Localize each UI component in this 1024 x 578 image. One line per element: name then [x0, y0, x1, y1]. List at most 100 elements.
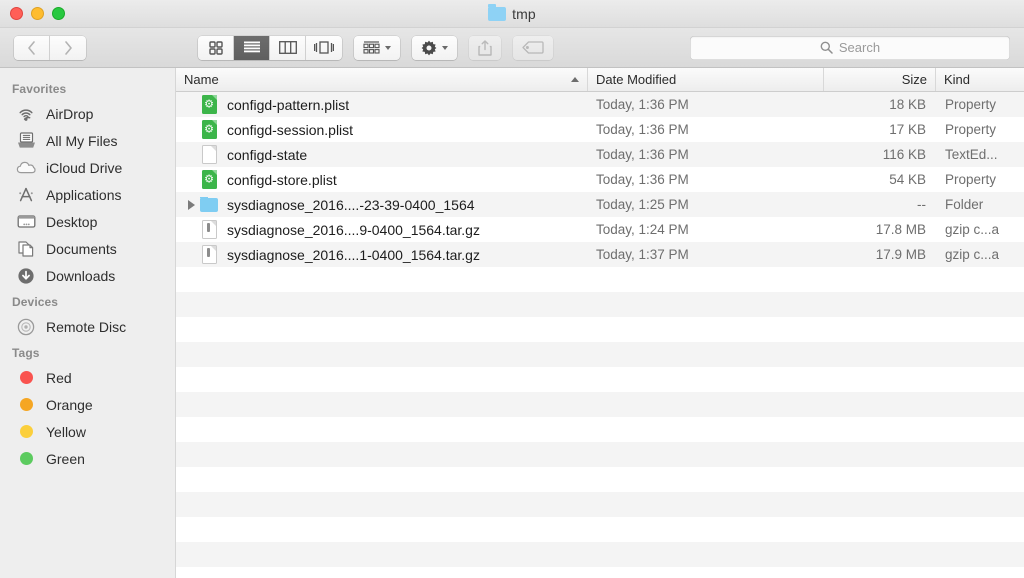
list-view-button[interactable] [234, 35, 270, 60]
minimize-button[interactable] [31, 7, 44, 20]
column-header-date-modified[interactable]: Date Modified [588, 68, 824, 91]
table-row[interactable]: configd-state Today, 1:36 PM 116 KB Text… [176, 142, 1024, 167]
icon-view-button[interactable] [198, 35, 234, 60]
sidebar-item-label: AirDrop [46, 105, 94, 122]
sidebar-item-icloud-drive[interactable]: iCloud Drive [0, 154, 175, 181]
file-kind: TextEd... [945, 147, 998, 162]
search-field[interactable]: Search [690, 35, 1010, 60]
columns-icon [278, 41, 297, 54]
sidebar-section-devices-header: Devices [12, 295, 59, 309]
maximize-button[interactable] [52, 7, 65, 20]
file-date: Today, 1:25 PM [596, 197, 689, 212]
back-button[interactable] [14, 35, 50, 60]
table-row[interactable]: sysdiagnose_2016....1-0400_1564.tar.gz T… [176, 242, 1024, 267]
arrange-icon [363, 40, 380, 54]
empty-rows [176, 267, 1024, 567]
file-rows: ⚙ configd-pattern.plist Today, 1:36 PM 1… [176, 92, 1024, 578]
sidebar-item-label: Red [46, 369, 72, 386]
empty-row [176, 292, 1024, 317]
table-row[interactable]: sysdiagnose_2016....9-0400_1564.tar.gz T… [176, 217, 1024, 242]
arrange-button[interactable] [354, 35, 400, 60]
list-icon [243, 41, 260, 53]
sidebar-item-remote-disc[interactable]: Remote Disc [0, 313, 175, 340]
file-kind: Folder [945, 197, 984, 212]
plain-file-icon [198, 145, 220, 164]
share-button[interactable] [469, 35, 501, 60]
applications-icon [16, 185, 36, 205]
disc-icon [16, 317, 36, 337]
icloud-icon [16, 158, 36, 178]
search-icon [820, 41, 833, 54]
empty-row [176, 342, 1024, 367]
file-date: Today, 1:37 PM [596, 247, 689, 262]
file-date: Today, 1:36 PM [596, 97, 689, 112]
empty-row [176, 442, 1024, 467]
empty-row [176, 317, 1024, 342]
table-row[interactable]: ⚙ configd-pattern.plist Today, 1:36 PM 1… [176, 92, 1024, 117]
sidebar-item-documents[interactable]: Documents [0, 235, 175, 262]
sidebar-tag-red[interactable]: Red [0, 364, 175, 391]
file-date: Today, 1:36 PM [596, 172, 689, 187]
column-view-button[interactable] [270, 35, 306, 60]
window-title-group: tmp [0, 0, 1024, 27]
sidebar-item-applications[interactable]: Applications [0, 181, 175, 208]
navigation-buttons [14, 35, 86, 60]
empty-row [176, 517, 1024, 542]
forward-button[interactable] [50, 35, 86, 60]
sidebar-item-downloads[interactable]: Downloads [0, 262, 175, 289]
view-mode-group [198, 35, 342, 60]
file-name-cell: ⚙ configd-store.plist [176, 170, 588, 189]
tag-dot-icon [16, 449, 36, 469]
tag-button[interactable] [513, 35, 553, 60]
plist-file-icon: ⚙ [198, 170, 220, 189]
table-row[interactable]: sysdiagnose_2016....-23-39-0400_1564 Tod… [176, 192, 1024, 217]
file-name-cell: sysdiagnose_2016....9-0400_1564.tar.gz [176, 220, 588, 239]
file-size: 17.9 MB [875, 247, 926, 262]
sidebar-tag-green[interactable]: Green [0, 445, 175, 472]
title-bar: tmp [0, 0, 1024, 28]
tag-dot-icon [16, 368, 36, 388]
column-header-name[interactable]: Name [176, 68, 588, 91]
sidebar-tag-orange[interactable]: Orange [0, 391, 175, 418]
close-button[interactable] [10, 7, 23, 20]
empty-row [176, 542, 1024, 567]
coverflow-view-button[interactable] [306, 35, 342, 60]
chevron-left-icon [28, 40, 35, 55]
sidebar-item-desktop[interactable]: Desktop [0, 208, 175, 235]
table-row[interactable]: ⚙ configd-session.plist Today, 1:36 PM 1… [176, 117, 1024, 142]
disclosure-triangle[interactable] [184, 200, 198, 210]
column-header-size[interactable]: Size [824, 68, 936, 91]
empty-row [176, 417, 1024, 442]
action-button[interactable] [412, 35, 457, 60]
file-size: 17 KB [889, 122, 926, 137]
column-header-label: Kind [944, 72, 971, 87]
table-row[interactable]: ⚙ configd-store.plist Today, 1:36 PM 54 … [176, 167, 1024, 192]
file-name: configd-store.plist [227, 171, 337, 188]
file-name: configd-pattern.plist [227, 96, 350, 113]
sidebar-item-airdrop[interactable]: AirDrop [0, 100, 175, 127]
empty-row [176, 392, 1024, 417]
file-size: -- [917, 197, 926, 212]
all-my-files-icon [16, 131, 36, 151]
window-controls [0, 7, 65, 20]
sidebar-item-label: Applications [46, 186, 122, 203]
file-size: 18 KB [889, 97, 926, 112]
column-header-kind[interactable]: Kind [936, 68, 1024, 91]
plist-file-icon: ⚙ [198, 95, 220, 114]
file-size: 54 KB [889, 172, 926, 187]
chevron-right-icon [64, 40, 72, 55]
sidebar-item-label: Orange [46, 396, 93, 413]
airdrop-icon [16, 104, 36, 124]
sidebar-item-all-my-files[interactable]: All My Files [0, 127, 175, 154]
sidebar-tag-yellow[interactable]: Yellow [0, 418, 175, 445]
sidebar-item-label: Desktop [46, 213, 98, 230]
share-icon [478, 39, 492, 56]
documents-icon [16, 239, 36, 259]
sidebar-item-label: Green [46, 450, 85, 467]
file-size: 17.8 MB [875, 222, 926, 237]
downloads-icon [16, 266, 36, 286]
empty-row [176, 267, 1024, 292]
file-kind: Property [945, 122, 997, 137]
sidebar: Favorites AirDrop All My Files iCloud Dr… [0, 68, 176, 578]
folder-icon [198, 196, 220, 212]
